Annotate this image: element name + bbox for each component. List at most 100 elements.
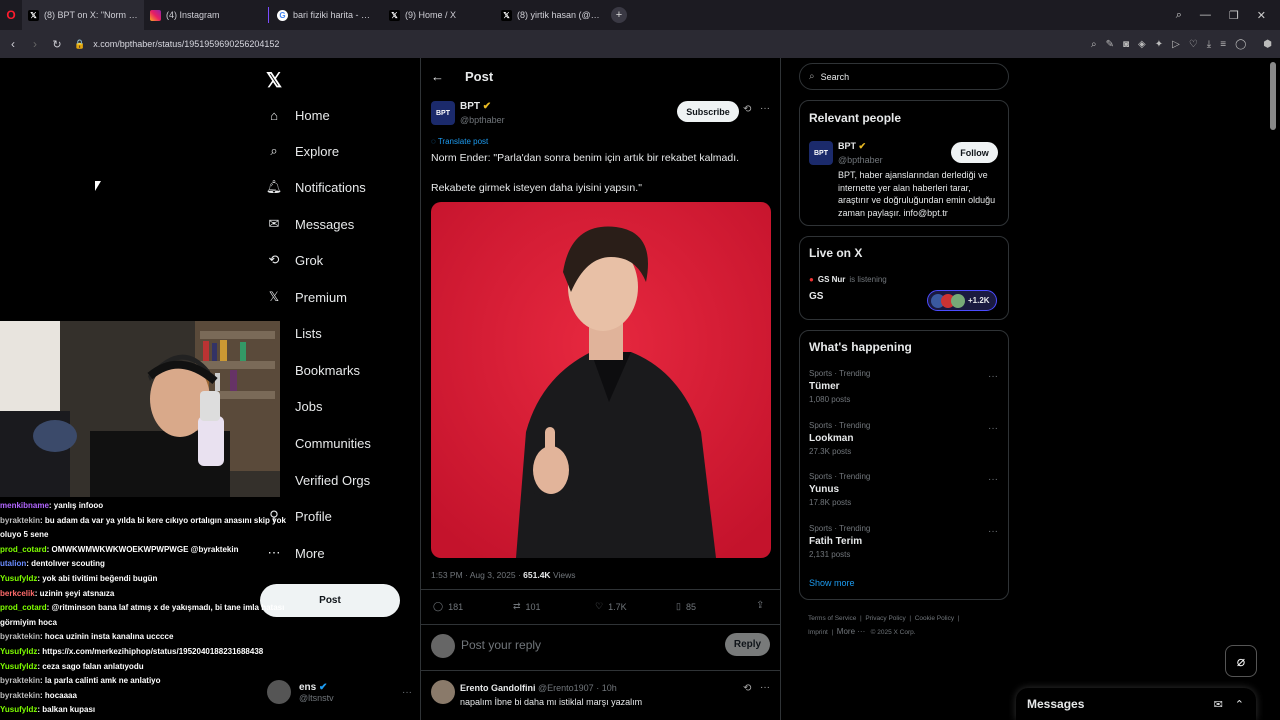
avatar[interactable]: BPT: [431, 101, 455, 125]
heart-icon[interactable]: ♡: [1189, 39, 1198, 50]
like-button[interactable]: ♡ 1.7K: [595, 601, 627, 612]
trend-item[interactable]: Sports · Trending Yunus 17.8K posts: [809, 472, 870, 507]
search-input[interactable]: Search: [821, 72, 850, 82]
nav-item-premium[interactable]: 𝕏 Premium: [266, 289, 347, 305]
shield-icon[interactable]: ◈: [1138, 39, 1146, 50]
new-tab-button[interactable]: +: [611, 7, 627, 23]
back-icon[interactable]: ‹: [2, 37, 24, 51]
more-icon[interactable]: ···: [988, 526, 998, 537]
more-icon[interactable]: ···: [988, 371, 998, 382]
more-icon[interactable]: ···: [988, 423, 998, 434]
chat-username[interactable]: prod_cotard: [0, 545, 47, 554]
edit-icon[interactable]: ✎: [1106, 39, 1114, 50]
url-field[interactable]: x.com/bpthaber/status/195195969025620415…: [93, 39, 279, 49]
footer-link[interactable]: Cookie Policy: [915, 615, 954, 622]
chat-username[interactable]: prod_cotard: [0, 603, 47, 612]
footer-link[interactable]: Terms of Service: [808, 615, 856, 622]
browser-tab[interactable]: 𝕏 (8) BPT on X: "Norm Ender: [22, 0, 144, 30]
repost-button[interactable]: ⇄ 101: [513, 601, 541, 612]
browser-tab[interactable]: 𝕏 (9) Home / X: [383, 0, 495, 30]
nav-item-home[interactable]: ⌂ Home: [266, 107, 330, 123]
grok-icon[interactable]: ⟲: [743, 104, 751, 115]
subscribe-button[interactable]: Subscribe: [677, 101, 739, 122]
footer-link[interactable]: More ···: [837, 627, 865, 636]
browser-tab[interactable]: 𝕏 (8) yirtik hasan (@yirtikyo: [495, 0, 607, 30]
chat-username[interactable]: Yusufyldz: [0, 705, 37, 714]
avatar[interactable]: [431, 680, 455, 704]
footer-link[interactable]: Privacy Policy: [865, 615, 905, 622]
play-icon[interactable]: ▷: [1172, 39, 1180, 50]
share-icon[interactable]: ⇪: [756, 600, 764, 611]
chevron-up-icon[interactable]: ⌃: [1235, 698, 1244, 711]
chat-username[interactable]: byraktekin: [0, 516, 40, 525]
new-message-icon[interactable]: ✉: [1214, 698, 1223, 711]
follow-button[interactable]: Follow: [951, 142, 998, 163]
search-tabs-icon[interactable]: ⌕: [1176, 9, 1182, 22]
chat-username[interactable]: byraktekin: [0, 676, 40, 685]
zoom-icon[interactable]: ⌕: [1091, 39, 1097, 50]
scrollbar-thumb[interactable]: [1270, 62, 1276, 130]
more-icon[interactable]: ···: [988, 474, 998, 485]
opera-logo-icon[interactable]: O: [0, 8, 22, 22]
listeners-pill[interactable]: +1.2K: [927, 290, 997, 311]
person-name-row[interactable]: BPT ✔: [838, 141, 866, 152]
live-space-title[interactable]: GS: [809, 291, 823, 302]
nav-item-explore[interactable]: ⌕ Explore: [266, 143, 339, 159]
grok-icon[interactable]: ⟲: [743, 683, 751, 694]
post-image[interactable]: [431, 202, 771, 558]
footer-link[interactable]: Imprint: [808, 629, 828, 636]
restore-icon[interactable]: ❐: [1229, 9, 1239, 22]
more-icon[interactable]: ···: [402, 687, 412, 698]
author-name-row[interactable]: BPT ✔: [460, 101, 491, 112]
avatar[interactable]: BPT: [809, 141, 833, 165]
x-logo-icon[interactable]: 𝕏: [266, 68, 282, 93]
nav-item-communities[interactable]: ⚇Communities: [266, 435, 371, 451]
chat-username[interactable]: byraktekin: [0, 691, 40, 700]
extensions-icon[interactable]: ✦: [1155, 39, 1163, 50]
chat-username[interactable]: Yusufyldz: [0, 574, 37, 583]
avatar: [951, 293, 965, 308]
close-window-icon[interactable]: ✕: [1257, 9, 1266, 22]
nav-item-verified-orgs[interactable]: ϟVerified Orgs: [266, 472, 371, 488]
trend-item[interactable]: Sports · Trending Tümer 1,080 posts: [809, 369, 870, 404]
search-box[interactable]: ⌕ Search: [799, 63, 1009, 90]
nav-item-messages[interactable]: ✉ Messages: [266, 216, 355, 232]
forward-icon[interactable]: ›: [24, 37, 46, 51]
live-host-row[interactable]: ● GS Nur is listening: [809, 275, 887, 284]
profile-icon[interactable]: ◯: [1235, 39, 1246, 50]
chat-username[interactable]: Yusufyldz: [0, 662, 37, 671]
reply-author-row[interactable]: Erento Gandolfini @Erento1907 · 10h: [460, 683, 617, 693]
trend-item[interactable]: Sports · Trending Fatih Terim 2,131 posts: [809, 524, 870, 559]
browser-tab[interactable]: (4) Instagram: [144, 0, 266, 30]
minimize-icon[interactable]: —: [1200, 9, 1211, 21]
nav-item-bookmarks[interactable]: ▯Bookmarks: [266, 362, 360, 378]
chat-username[interactable]: byraktekin: [0, 632, 40, 641]
download-icon[interactable]: ⤓: [1207, 39, 1211, 50]
trend-posts: 17.8K posts: [809, 498, 852, 507]
grok-floating-button[interactable]: ⌀: [1225, 645, 1257, 677]
messages-drawer[interactable]: Messages ✉ ⌃: [1016, 688, 1256, 720]
chat-username[interactable]: utalion: [0, 559, 26, 568]
more-icon[interactable]: ···: [760, 103, 770, 114]
trend-item[interactable]: Sports · Trending Lookman 27.3K posts: [809, 421, 870, 456]
reply-count-button[interactable]: ◯ 181: [433, 601, 463, 612]
menu-icon[interactable]: ≡: [1220, 39, 1226, 50]
browser-tab[interactable]: G bari fiziki harita - Google: [271, 0, 383, 30]
reload-icon[interactable]: ↻: [46, 38, 68, 51]
more-icon[interactable]: ···: [760, 682, 770, 693]
reply-button[interactable]: Reply: [725, 633, 770, 656]
nav-item-grok[interactable]: ⟲ Grok: [266, 252, 324, 268]
translate-post-link[interactable]: ◌ Translate post: [431, 137, 488, 146]
camera-icon[interactable]: ◙: [1123, 39, 1129, 50]
nav-item-notifications[interactable]: 🔔︎ Notifications: [266, 179, 366, 195]
chat-username[interactable]: menkibname: [0, 501, 49, 510]
show-more-link[interactable]: Show more: [809, 578, 855, 588]
sidebar-icon[interactable]: ⬢: [1263, 39, 1272, 50]
bookmark-button[interactable]: ▯ 85: [676, 601, 696, 612]
reply-input[interactable]: Post your reply: [461, 638, 541, 652]
chat-username[interactable]: Yusufyldz: [0, 647, 37, 656]
author-handle[interactable]: @bpthaber: [460, 115, 505, 125]
back-arrow-icon[interactable]: ←: [431, 69, 444, 84]
post-meta: 1:53 PM · Aug 3, 2025 · 651.4K Views: [431, 570, 576, 580]
chat-username[interactable]: berkcelik: [0, 589, 35, 598]
